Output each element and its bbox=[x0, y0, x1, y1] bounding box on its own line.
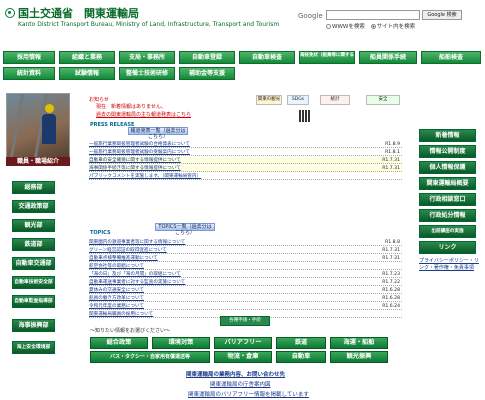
right-links[interactable]: リンク bbox=[419, 241, 476, 254]
nav-recruit[interactable]: 採用情報 bbox=[3, 51, 55, 64]
notice-link[interactable]: 過去の関東運輸局の主な報道発表はこちら bbox=[96, 111, 191, 118]
category-railway[interactable]: 鉄道 bbox=[276, 337, 326, 349]
list-item[interactable]: 自動車点検整備推進運動について R1.7.31 bbox=[89, 255, 402, 262]
worker-figure bbox=[42, 114, 56, 144]
dept-auto-technology[interactable]: 自動車技術安全部 bbox=[12, 276, 55, 289]
topics-label: TOPICS bbox=[90, 230, 111, 236]
notice-line: 現在 新着情報はありません。 bbox=[96, 104, 166, 110]
dept-auto-audit[interactable]: 自動車監査指導部 bbox=[12, 295, 55, 308]
right-privacy[interactable]: 個人情報保護 bbox=[419, 161, 476, 174]
main-nav-row2: 統計資料 試験情報 整備士技術研修 補助金等支援 bbox=[3, 67, 482, 81]
business-contact-link[interactable]: 関東運輸局の業務内容、お問い合わせ先 bbox=[186, 370, 285, 378]
nav-exam-info[interactable]: 試験情報 bbox=[59, 67, 115, 80]
category-barrier-free[interactable]: バリアフリー bbox=[214, 337, 272, 349]
list-item[interactable]: 一般旅行業務取扱管理者試験の合格発表について R1.8.9 bbox=[89, 141, 402, 148]
google-logo: Google bbox=[298, 12, 323, 20]
site-title[interactable]: 国土交通省 関東運輸局 bbox=[18, 5, 139, 21]
right-consultation[interactable]: 行政相談窓口 bbox=[419, 193, 476, 206]
nav-subsidies[interactable]: 補助金等支援 bbox=[179, 67, 235, 80]
radio-www[interactable] bbox=[326, 24, 331, 29]
nav-statistics[interactable]: 統計資料 bbox=[3, 67, 55, 80]
policy-links[interactable]: プライバシーポリシー・リンク・著作権・免責事項 bbox=[419, 258, 481, 272]
list-item[interactable]: パブリックコメントを実施します。（関東運輸局管内） bbox=[89, 173, 402, 180]
list-item[interactable]: グリーン経営認証の取得促進について R1.7.31 bbox=[89, 247, 402, 254]
list-item[interactable]: 自動車の安全確保に関する情報提供について R1.7.31 bbox=[89, 157, 402, 164]
search-button[interactable]: Google 検索 bbox=[422, 10, 462, 20]
notice-heading: お知らせ bbox=[89, 97, 109, 103]
list-item[interactable]: 海事関係手続き等に関する情報提供について R1.7.31 bbox=[89, 165, 402, 172]
applications-button[interactable]: 各種申請・手続 bbox=[220, 316, 270, 326]
radio-site[interactable] bbox=[370, 24, 376, 29]
dept-general-affairs[interactable]: 総務部 bbox=[12, 181, 55, 194]
nav-branch-offices[interactable]: 支局・事務所 bbox=[119, 51, 175, 64]
dept-maritime-promotion[interactable]: 海事振興部 bbox=[12, 319, 55, 332]
right-new-info[interactable]: 新着情報 bbox=[419, 129, 476, 142]
category-automobile[interactable]: 自動車 bbox=[276, 351, 326, 363]
banner-tourism[interactable]: 関東の観光 bbox=[256, 95, 282, 105]
staff-intro-caption[interactable]: 職員・職場紹介 bbox=[6, 157, 70, 166]
qr-code[interactable] bbox=[299, 110, 311, 122]
search-input[interactable] bbox=[326, 10, 420, 20]
press-list-button[interactable]: 報道発表一覧（過去分はこちら） bbox=[128, 127, 188, 140]
site-subtitle: Kanto District Transport Bureau, Ministr… bbox=[18, 21, 280, 28]
list-item[interactable]: 自動車運送事業者に対する監査の実施について R1.7.22 bbox=[89, 279, 402, 286]
category-logistics[interactable]: 物流・倉庫 bbox=[214, 351, 272, 363]
category-tourism[interactable]: 観光振興 bbox=[330, 351, 388, 363]
banner-safety[interactable]: 安全 bbox=[366, 95, 400, 105]
dept-transport-policy[interactable]: 交通政策部 bbox=[12, 200, 55, 213]
nav-ship-inspection[interactable]: 船舶検査 bbox=[421, 51, 481, 64]
nav-maritime-license[interactable]: 海技免状（船員等に関する） bbox=[299, 51, 355, 64]
worker-helmet bbox=[45, 104, 54, 113]
list-item[interactable]: 船員の働き方改革について R1.6.28 bbox=[89, 295, 402, 302]
nav-vehicle-registration[interactable]: 自動車登録 bbox=[179, 51, 235, 64]
office-map-link[interactable]: 関東運輸局の庁舎案内図 bbox=[210, 380, 271, 388]
list-item[interactable]: 夏休みの交通安全について R1.6.28 bbox=[89, 287, 402, 294]
dept-tourism[interactable]: 観光部 bbox=[12, 219, 55, 232]
dept-maritime-safety[interactable]: 海上安全環境部 bbox=[12, 341, 55, 354]
banner-sdgs[interactable]: SDGs bbox=[287, 95, 309, 105]
dept-auto-transport[interactable]: 自動車交通部 bbox=[12, 257, 55, 270]
banner-statistics[interactable]: 統計 bbox=[320, 95, 350, 105]
right-disposition-info[interactable]: 行政処分情報 bbox=[419, 209, 476, 222]
topics-list: 関東圏内の鉄道事業者等に関する情報について R1.8.8 グリーン経営認証の取得促… bbox=[89, 239, 402, 319]
dept-railway[interactable]: 鉄道部 bbox=[12, 238, 55, 251]
nav-organization[interactable]: 組織と業務 bbox=[59, 51, 115, 64]
category-bus-taxi[interactable]: バス・タクシー・自家用有償運送等 bbox=[90, 351, 210, 363]
category-prompt: 〜知りたい情報をお選びください〜 bbox=[90, 328, 171, 334]
site-header: 国土交通省 関東運輸局 Kanto District Transport Bur… bbox=[0, 0, 485, 46]
list-item[interactable]: 航空会社等の取組について bbox=[89, 263, 402, 270]
nav-mechanic-training[interactable]: 整備士技術研修 bbox=[119, 67, 175, 80]
category-general-policy[interactable]: 総合政策 bbox=[90, 337, 148, 349]
ministry-logo-icon bbox=[5, 8, 15, 18]
list-item[interactable]: 一般旅行業務取扱管理者試験の受験案内について R1.8.1 bbox=[89, 149, 402, 156]
staff-photo[interactable] bbox=[6, 93, 70, 163]
category-shipping[interactable]: 海運・船舶 bbox=[330, 337, 388, 349]
right-info-disclosure[interactable]: 情報公開制度 bbox=[419, 145, 476, 158]
list-item[interactable]: 「海の日」及び「海の月間」の取組について R1.7.23 bbox=[89, 271, 402, 278]
nav-seafarer-procedures[interactable]: 船員関係手続 bbox=[359, 51, 417, 64]
list-item[interactable]: 関東圏内の鉄道事業者等に関する情報について R1.8.8 bbox=[89, 239, 402, 246]
topics-list-button[interactable]: TOPICS一覧（過去分はこちら） bbox=[155, 223, 215, 236]
barrier-free-info-link[interactable]: 関東運輸局のバリアフリー情報を掲載しています bbox=[188, 390, 309, 398]
search-scope: WWWを検索 サイト内を検索 bbox=[326, 22, 415, 30]
right-bureau-overview[interactable]: 関東運輸局概要 bbox=[419, 177, 476, 190]
list-item[interactable]: 令和元年度の業務について R1.6.24 bbox=[89, 303, 402, 310]
nav-vehicle-inspection[interactable]: 自動車検査 bbox=[239, 51, 295, 64]
right-lecture[interactable]: 出前講座の実施 bbox=[419, 225, 476, 238]
main-nav-row1: 採用情報 組織と業務 支局・事務所 自動車登録 自動車検査 海技免状（船員等に関… bbox=[3, 51, 482, 65]
press-release-list: 一般旅行業務取扱管理者試験の合格発表について R1.8.9 一般旅行業務取扱管理者… bbox=[89, 141, 402, 181]
category-environment[interactable]: 環境対策 bbox=[152, 337, 210, 349]
